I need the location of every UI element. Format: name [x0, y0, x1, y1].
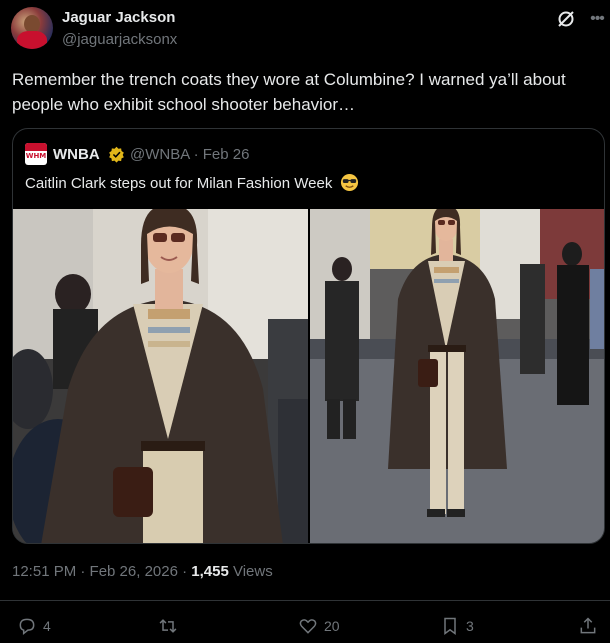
divider [0, 600, 610, 601]
timestamp[interactable]: 12:51 PM · Feb 26, 2026 · [12, 563, 191, 580]
photo-right-image [310, 209, 604, 543]
photo-left[interactable] [13, 209, 308, 543]
reply-button[interactable]: 4 [17, 614, 51, 638]
avatar-bar [25, 143, 47, 151]
views-label: Views [228, 563, 273, 580]
share-button[interactable] [578, 614, 598, 638]
quoted-text-content: Caitlin Clark steps out for Milan Fashio… [25, 175, 333, 192]
verified-badge-icon [109, 146, 124, 163]
avatar-text: WHM [25, 152, 47, 160]
bookmark-count: 3 [466, 618, 474, 634]
more-options-icon[interactable]: ••• [588, 9, 606, 29]
tweet-meta: 12:51 PM · Feb 26, 2026 · 1,455 Views [12, 563, 273, 580]
quoted-tweet[interactable]: WHM WNBA @WNBA · Feb 26 Caitlin Clark st… [12, 128, 605, 544]
like-count: 20 [324, 618, 340, 634]
bookmark-button[interactable]: 3 [440, 614, 474, 638]
like-button[interactable]: 20 [298, 614, 340, 638]
author-handle[interactable]: @jaguarjacksonx [62, 31, 177, 48]
quoted-handle-date[interactable]: @WNBA · Feb 26 [130, 146, 249, 163]
tweet: Jaguar Jackson @jaguarjacksonx ••• Remem… [0, 0, 610, 643]
quoted-name[interactable]: WNBA [53, 146, 100, 163]
quoted-text: Caitlin Clark steps out for Milan Fashio… [25, 173, 359, 192]
heart-icon [299, 619, 317, 634]
photo-right[interactable] [310, 209, 604, 543]
grok-icon[interactable] [556, 9, 576, 29]
reply-icon [19, 618, 35, 636]
reply-count: 4 [43, 618, 51, 634]
author-avatar[interactable] [11, 7, 53, 49]
avatar-jersey [17, 31, 47, 49]
retweet-icon [159, 619, 177, 633]
photo-left-image [13, 209, 308, 543]
quoted-avatar[interactable]: WHM [25, 143, 47, 165]
retweet-button[interactable] [158, 614, 184, 638]
author-name[interactable]: Jaguar Jackson [62, 9, 175, 26]
share-icon [580, 617, 596, 634]
tweet-text: Remember the trench coats they wore at C… [12, 70, 566, 114]
sunglasses-emoji-icon [340, 173, 358, 192]
bookmark-icon [444, 617, 456, 635]
views-count: 1,455 [191, 563, 229, 580]
